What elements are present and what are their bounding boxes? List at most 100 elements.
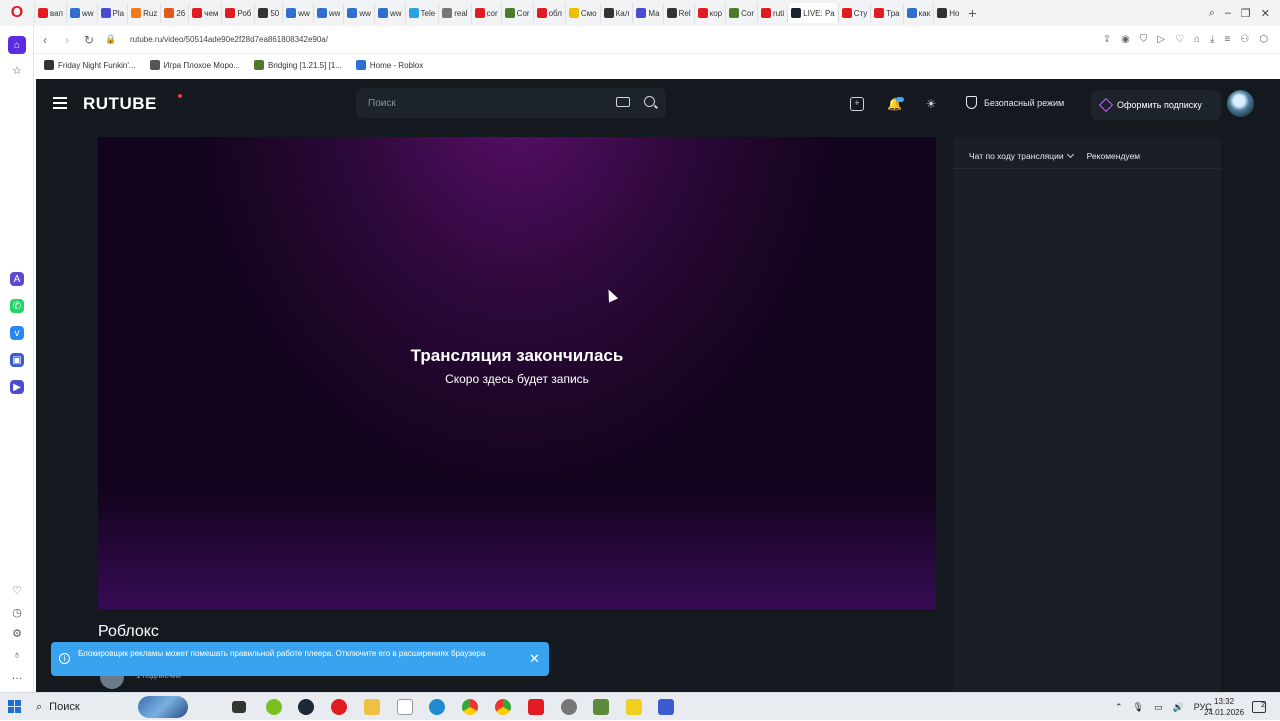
- close-icon[interactable]: ✕: [529, 651, 540, 667]
- tab-recommended[interactable]: Рекомендуем: [1087, 151, 1141, 168]
- task-view-icon[interactable]: [232, 701, 246, 713]
- shield-icon[interactable]: ⛉: [1140, 34, 1148, 45]
- bookmark-item[interactable]: Home - Roblox: [355, 60, 423, 70]
- aria-icon[interactable]: A: [10, 272, 24, 286]
- search-icon[interactable]: [644, 96, 655, 107]
- browser-tab[interactable]: Rel: [662, 3, 694, 23]
- menu-icon[interactable]: [53, 97, 67, 109]
- chevron-up-icon[interactable]: ⌃: [1115, 702, 1123, 713]
- settings-icon[interactable]: ⚙: [10, 627, 24, 641]
- volume-icon[interactable]: 🔊: [1173, 702, 1184, 713]
- share-icon[interactable]: ⇪: [1103, 34, 1111, 45]
- opera-logo-icon[interactable]: O: [0, 0, 34, 26]
- browser-tab[interactable]: 26: [160, 3, 188, 23]
- minecraft-icon[interactable]: [593, 699, 609, 715]
- app-icon[interactable]: [658, 699, 674, 715]
- url-field[interactable]: rutube.ru/video/50514ade90e2f28d7ea86180…: [130, 35, 328, 44]
- heart-icon[interactable]: ♡: [10, 584, 24, 598]
- minimize-button[interactable]: –: [1225, 7, 1231, 20]
- browser-tab[interactable]: Тра: [870, 3, 902, 23]
- opera-icon[interactable]: [331, 699, 347, 715]
- steam-icon[interactable]: [298, 699, 314, 715]
- browser-tab[interactable]: ww: [312, 3, 344, 23]
- rutube-logo[interactable]: RUTUBE: [83, 94, 157, 114]
- extensions-icon[interactable]: ⬡: [1259, 34, 1268, 45]
- browser-tab[interactable]: как: [902, 3, 934, 23]
- yandex-icon[interactable]: [528, 699, 544, 715]
- browser-tab[interactable]: ww: [65, 3, 97, 23]
- forward-button[interactable]: ›: [56, 33, 78, 47]
- clock[interactable]: 13:32 24.01.2026: [1204, 696, 1244, 718]
- browser-tab[interactable]: LIVE: Pa: [787, 3, 838, 23]
- search-tabs-icon[interactable]: ⌕: [1209, 7, 1215, 20]
- edge-icon[interactable]: [429, 699, 445, 715]
- browser-tab[interactable]: Кал: [599, 3, 633, 23]
- tab-chat[interactable]: Чат по ходу трансляции: [969, 150, 1074, 168]
- bookmark-item[interactable]: Игра Плохое Моро...: [149, 60, 240, 70]
- browser-tab[interactable]: cor: [470, 3, 501, 23]
- browser-tab[interactable]: чем: [188, 3, 221, 23]
- star-icon[interactable]: ☆: [10, 64, 24, 78]
- menu-icon[interactable]: ≡: [1224, 34, 1230, 45]
- browser-tab[interactable]: ruti: [757, 3, 787, 23]
- keyboard-icon[interactable]: [616, 97, 630, 107]
- bookmark-item[interactable]: Bridging [1.21.5] [1...: [254, 60, 342, 70]
- browser-tab[interactable]: Роб: [221, 3, 254, 23]
- history-icon[interactable]: ◷: [10, 606, 24, 620]
- browser-tab[interactable]: обл: [532, 3, 565, 23]
- safe-mode-button[interactable]: Безопасный режим: [966, 96, 1064, 109]
- profile-icon[interactable]: ⚇: [1240, 34, 1249, 45]
- close-window-button[interactable]: ✕: [1261, 7, 1270, 20]
- browser-tab[interactable]: Ruz: [127, 3, 160, 23]
- more-icon[interactable]: …: [10, 669, 24, 683]
- browser-tab[interactable]: ww: [343, 3, 374, 23]
- browser-tab[interactable]: вап: [34, 3, 66, 23]
- app-icon[interactable]: [266, 699, 282, 715]
- maximize-button[interactable]: ❐: [1241, 7, 1251, 20]
- browser-tab[interactable]: Ho: [933, 3, 962, 23]
- heart-icon[interactable]: ♡: [1175, 34, 1184, 45]
- search-input[interactable]: Поиск: [356, 88, 666, 118]
- browser-tab[interactable]: ww: [373, 3, 405, 23]
- chrome-icon[interactable]: [495, 699, 511, 715]
- vk-icon[interactable]: v: [10, 326, 24, 340]
- home-icon[interactable]: ⌂: [8, 36, 26, 54]
- browser-tab[interactable]: кор: [693, 3, 726, 23]
- player-icon[interactable]: ▶: [10, 380, 24, 394]
- browser-tab[interactable]: 50: [254, 3, 282, 23]
- chrome-icon[interactable]: [462, 699, 478, 715]
- whatsapp-icon[interactable]: ✆: [10, 299, 24, 313]
- browser-tab[interactable]: ww: [282, 3, 313, 23]
- browser-tab[interactable]: Cor: [500, 3, 533, 23]
- reload-button[interactable]: ↻: [78, 33, 100, 47]
- download-icon[interactable]: ⤓: [1210, 34, 1214, 45]
- app-icon[interactable]: [561, 699, 577, 715]
- microphone-icon[interactable]: 🎙: [1133, 702, 1144, 713]
- browser-tab[interactable]: Cor: [725, 3, 757, 23]
- notification-center-icon[interactable]: 2: [1252, 701, 1266, 713]
- upload-icon[interactable]: +: [850, 97, 864, 111]
- subscribe-button[interactable]: Оформить подписку: [1091, 90, 1221, 120]
- monitor-icon[interactable]: ▭: [1154, 702, 1163, 713]
- browser-tab[interactable]: Pla: [96, 3, 128, 23]
- browser-tab[interactable]: Ма: [632, 3, 662, 23]
- start-button[interactable]: [8, 700, 21, 713]
- bulb-icon[interactable]: ♁: [10, 648, 24, 662]
- camera-icon[interactable]: ◉: [1121, 34, 1130, 45]
- browser-tab[interactable]: Смо: [564, 3, 600, 23]
- app-icon[interactable]: [626, 699, 642, 715]
- user-avatar[interactable]: [1227, 90, 1254, 117]
- back-button[interactable]: ‹: [34, 33, 56, 47]
- notepad-icon[interactable]: [397, 699, 413, 715]
- browser-tab[interactable]: Tele: [404, 3, 439, 23]
- app-icon[interactable]: ▣: [10, 353, 24, 367]
- taskbar-search[interactable]: ⌕ Поиск: [36, 693, 226, 721]
- new-tab-button[interactable]: +: [962, 5, 982, 21]
- browser-tab[interactable]: Сту: [837, 3, 871, 23]
- play-icon[interactable]: ▷: [1157, 34, 1165, 45]
- theme-icon[interactable]: ☀: [924, 97, 938, 111]
- folder-icon[interactable]: [364, 699, 380, 715]
- pin-icon[interactable]: ⌂: [1194, 34, 1200, 45]
- browser-tab[interactable]: real: [438, 3, 470, 23]
- bookmark-item[interactable]: Friday Night Funkin'...: [44, 60, 136, 70]
